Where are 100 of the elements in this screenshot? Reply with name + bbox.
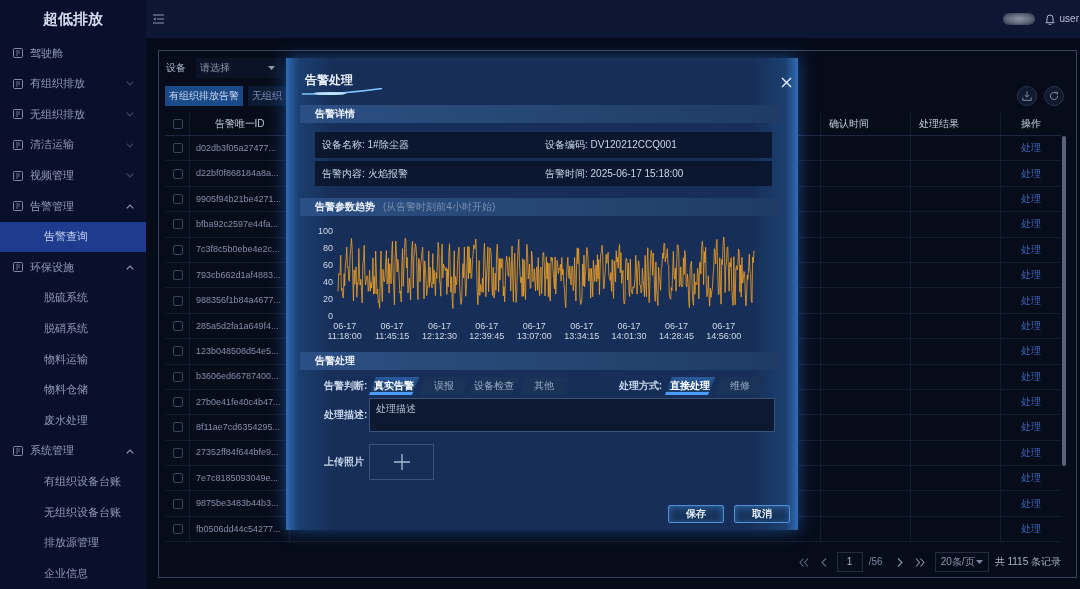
sidebar-item[interactable]: 系统管理 xyxy=(0,435,146,467)
sidebar-subitem[interactable]: 排放源管理 xyxy=(0,527,146,559)
axis-tick-label: 06-17 14:01:30 xyxy=(610,321,648,341)
sidebar-subitem[interactable]: 企业信息 xyxy=(0,558,146,589)
axis-tick-label: 0 xyxy=(328,311,333,321)
judgement-option[interactable]: 其他 xyxy=(519,377,569,395)
section-note: (从告警时刻前4小时开始) xyxy=(383,201,496,213)
axis-tick-label: 40 xyxy=(323,277,333,287)
sidebar-item[interactable]: 清洁运输 xyxy=(0,129,146,161)
info-field: 告警时间: 2025-06-17 15:18:00 xyxy=(545,167,772,180)
axis-tick-label: 06-17 14:28:45 xyxy=(657,321,695,341)
sidebar-item[interactable]: 视频管理 xyxy=(0,160,146,191)
next-page-icon[interactable] xyxy=(896,557,903,567)
method-option[interactable]: 维修 xyxy=(715,377,765,395)
sidebar-item[interactable]: 无组织排放 xyxy=(0,99,146,130)
row-checkbox[interactable] xyxy=(173,422,183,433)
refresh-button[interactable] xyxy=(1044,86,1064,106)
download-icon xyxy=(1022,91,1032,101)
method-option[interactable]: 直接处理 xyxy=(665,377,715,395)
sidebar-subitem[interactable]: 废水处理 xyxy=(0,405,146,436)
alert-id-text: 7c3f8c5b0ebe4e2c... xyxy=(195,244,280,256)
menu-icon[interactable] xyxy=(153,14,164,24)
row-checkbox[interactable] xyxy=(173,320,183,331)
alert-id-text: fb0506dd44c54277... xyxy=(195,523,281,535)
total-count: 共 1115 条记录 xyxy=(994,556,1061,568)
dialog-title: 告警处理 xyxy=(305,72,354,88)
plus-icon xyxy=(393,454,410,470)
refresh-icon xyxy=(1049,91,1059,101)
alert-id-text: d22bf0f868184a8a... xyxy=(195,168,279,179)
column-header: 告警唯一ID xyxy=(214,118,265,130)
sidebar-subitem[interactable]: 有组织设备台账 xyxy=(0,466,146,497)
sidebar-item[interactable]: 有组织排放 xyxy=(0,68,146,100)
sidebar-subitem[interactable]: 脱硫系统 xyxy=(0,282,146,314)
row-checkbox[interactable] xyxy=(173,397,183,408)
row-checkbox[interactable] xyxy=(173,193,183,204)
page-size-select[interactable]: 20条/页 xyxy=(934,552,989,572)
row-checkbox[interactable] xyxy=(173,168,183,179)
row-checkbox[interactable] xyxy=(173,473,183,484)
sidebar-subitem[interactable]: 物料仓储 xyxy=(0,374,146,406)
close-icon[interactable] xyxy=(781,77,792,88)
row-checkbox[interactable] xyxy=(173,295,183,306)
alert-id-text: 285a5d2fa1a649f4... xyxy=(195,320,279,332)
sidebar-item[interactable]: 环保设施 xyxy=(0,252,146,283)
alert-id-text: bfba92c2597e44fa... xyxy=(195,218,279,230)
axis-tick-label: 100 xyxy=(317,226,333,236)
upload-photo-box[interactable] xyxy=(369,444,434,480)
user-name[interactable]: user xyxy=(1059,13,1079,25)
select-all-checkbox[interactable] xyxy=(173,119,183,129)
alert-id-text: 793cb662d1af4883... xyxy=(195,269,281,281)
row-checkbox[interactable] xyxy=(173,447,183,458)
axis-tick-label: 06-17 11:45:15 xyxy=(373,321,411,341)
alert-tab[interactable]: 有组织排放告警 xyxy=(165,86,243,106)
sidebar-item[interactable]: 驾驶舱 xyxy=(0,38,146,69)
axis-tick-label: 06-17 11:18:00 xyxy=(326,321,363,341)
filter-select[interactable]: 请选择 xyxy=(196,58,281,78)
scrollbar[interactable] xyxy=(1062,136,1066,466)
row-checkbox[interactable] xyxy=(173,270,183,281)
sidebar-item[interactable]: 告警管理 xyxy=(0,190,146,222)
field-label: 上传照片 xyxy=(324,456,365,468)
description-field[interactable]: 处理描述 xyxy=(369,398,775,432)
alert-id-text: 27b0e41fe40c4b47... xyxy=(195,396,281,408)
field-label: 处理描述: xyxy=(324,409,369,421)
bell-icon[interactable] xyxy=(1044,13,1055,25)
row-checkbox[interactable] xyxy=(173,524,183,535)
alert-id-text: 9905f94b21be4271... xyxy=(195,193,282,205)
caret-icon xyxy=(975,560,983,564)
row-checkbox[interactable] xyxy=(173,371,183,382)
download-button[interactable] xyxy=(1017,86,1037,106)
cancel-button[interactable]: 取消 xyxy=(734,505,790,523)
axis-tick-label: 06-17 13:07:00 xyxy=(515,321,553,341)
alert-id-text: 123b048508d54e5... xyxy=(195,345,279,357)
last-page-icon[interactable] xyxy=(914,557,925,567)
page-count: /56 xyxy=(868,556,883,568)
judgement-option[interactable]: 误报 xyxy=(419,377,469,395)
sidebar-subitem[interactable]: 物料运输 xyxy=(0,343,146,375)
sidebar-subitem[interactable]: 告警查询 xyxy=(0,221,146,253)
square-icon xyxy=(13,201,23,212)
axis-tick-label: 06-17 13:34:15 xyxy=(563,321,601,341)
judgement-option[interactable]: 设备检查 xyxy=(469,377,519,395)
square-icon xyxy=(13,48,23,59)
filter-label: 设备 xyxy=(166,62,186,74)
row-checkbox[interactable] xyxy=(173,498,183,509)
first-page-icon[interactable] xyxy=(798,557,809,567)
sidebar-subitem[interactable]: 脱硝系统 xyxy=(0,313,146,344)
row-checkbox[interactable] xyxy=(173,143,183,154)
page-input[interactable]: 1 xyxy=(836,552,863,572)
row-checkbox[interactable] xyxy=(173,244,183,255)
row-checkbox[interactable] xyxy=(173,219,183,230)
alert-id-text: 9875be3483b44b3... xyxy=(195,498,279,510)
info-field: 设备名称: 1#除尘器 xyxy=(322,139,545,151)
previous-page-icon[interactable] xyxy=(820,557,827,567)
square-icon xyxy=(13,170,23,181)
sidebar-subitem[interactable]: 无组织设备台账 xyxy=(0,496,146,528)
redacted-blur xyxy=(1002,13,1035,25)
row-checkbox[interactable] xyxy=(173,346,183,357)
alert-tab[interactable]: 无组织 xyxy=(248,86,286,106)
alert-id-text: 8f11ae7cd6354295... xyxy=(195,422,280,433)
save-button[interactable]: 保存 xyxy=(668,505,724,523)
section-title: 告警详情 xyxy=(315,108,355,120)
judgement-option[interactable]: 真实告警 xyxy=(369,377,419,395)
